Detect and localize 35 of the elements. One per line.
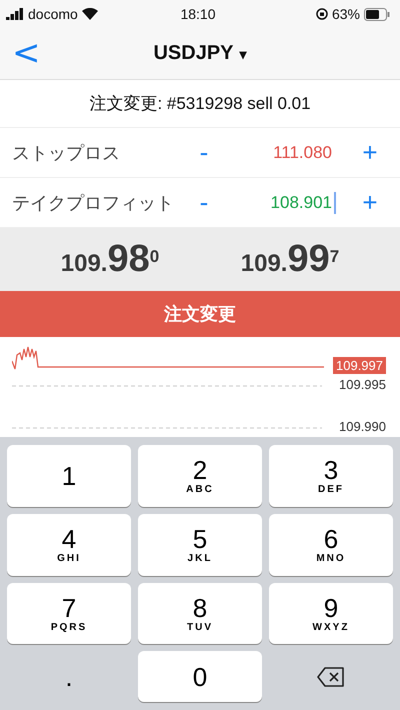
keypad-key[interactable]: 6 MNO bbox=[269, 514, 393, 576]
minus-button[interactable]: - bbox=[186, 137, 222, 168]
minus-button[interactable]: - bbox=[186, 187, 222, 218]
carrier-name: docomo bbox=[28, 6, 78, 22]
keypad-key[interactable]: 1 bbox=[7, 445, 131, 507]
quote-price: 109.98$^{0}$ bbox=[60, 238, 160, 281]
back-button[interactable]: < bbox=[6, 36, 46, 70]
wifi-icon bbox=[82, 8, 98, 20]
battery-icon bbox=[364, 8, 390, 20]
battery-percent: 63% bbox=[332, 6, 360, 22]
order-title: 注文変更: #5319298 sell 0.01 bbox=[0, 80, 400, 128]
quote-price: 109.99$^{7}$ bbox=[240, 238, 340, 281]
keypad-key[interactable]: 3 DEF bbox=[269, 445, 393, 507]
keypad-key[interactable]: 9 WXYZ bbox=[269, 582, 393, 644]
rotation-lock-icon bbox=[316, 8, 328, 20]
symbol-selector[interactable]: USDJPY ▾ bbox=[147, 41, 253, 66]
keypad-key[interactable]: 8 TUV bbox=[138, 582, 262, 644]
axis-label: 109.995 bbox=[339, 377, 386, 392]
plus-button[interactable]: + bbox=[352, 137, 388, 168]
keypad-key[interactable]: 5 JKL bbox=[138, 514, 262, 576]
keypad-key[interactable]: 0 bbox=[138, 651, 262, 702]
keypad-key[interactable]: 7 PQRS bbox=[7, 582, 131, 644]
backspace-icon bbox=[317, 666, 345, 687]
keypad-key[interactable]: 4 GHI bbox=[7, 514, 131, 576]
modify-order-button[interactable]: 注文変更 bbox=[0, 291, 400, 337]
field-label: ストップロス bbox=[12, 142, 121, 164]
current-price-tag: 109.997 bbox=[333, 357, 386, 374]
field-label: テイクプロフィット bbox=[12, 192, 175, 214]
plus-button[interactable]: + bbox=[352, 187, 388, 218]
clock-time: 18:10 bbox=[180, 6, 216, 22]
signal-icon bbox=[6, 8, 24, 20]
axis-label: 109.990 bbox=[339, 419, 386, 434]
keypad-key[interactable]: 2 ABC bbox=[138, 445, 262, 507]
price-value[interactable]: 111.080 bbox=[222, 142, 332, 162]
keypad-key[interactable]: . bbox=[7, 651, 131, 702]
